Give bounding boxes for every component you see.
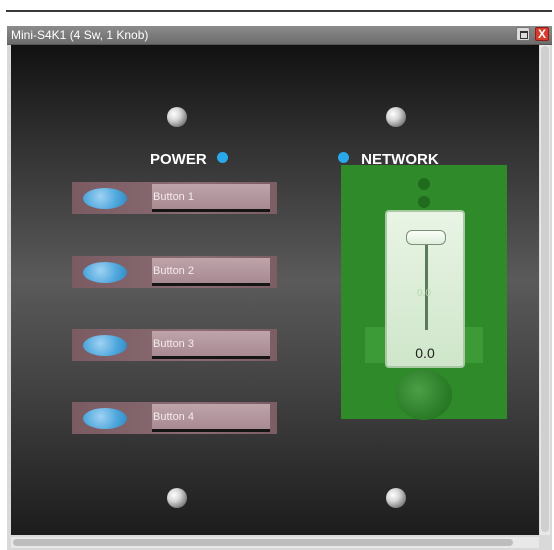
switch-button-4[interactable]: Button 4 bbox=[72, 402, 277, 434]
window-titlebar[interactable]: Mini-S4K1 (4 Sw, 1 Knob) X bbox=[7, 26, 552, 45]
screw-icon bbox=[386, 488, 406, 508]
status-dot-icon bbox=[418, 178, 430, 190]
status-dot-icon bbox=[418, 196, 430, 208]
window-title: Mini-S4K1 (4 Sw, 1 Knob) bbox=[11, 28, 149, 42]
vertical-scroll-thumb[interactable] bbox=[541, 46, 549, 532]
knob-fader[interactable]: 0.0 0.0 bbox=[385, 210, 465, 368]
close-button[interactable]: X bbox=[535, 27, 549, 41]
knob-icon[interactable] bbox=[396, 370, 452, 420]
button-label: Button 3 bbox=[153, 338, 194, 350]
knob-overlay: 0.0 0.0 bbox=[341, 165, 507, 420]
button-led-icon bbox=[83, 188, 127, 209]
device-window: Mini-S4K1 (4 Sw, 1 Knob) X POWER NETWORK… bbox=[7, 26, 552, 550]
button-label: Button 2 bbox=[153, 265, 194, 277]
switch-button-1[interactable]: Button 1 bbox=[72, 182, 277, 214]
fader-faint-label: 0.0 bbox=[417, 288, 431, 299]
button-label: Button 4 bbox=[153, 411, 194, 423]
button-label: Button 1 bbox=[153, 191, 194, 203]
button-led-icon bbox=[83, 335, 127, 356]
horizontal-scrollbar[interactable] bbox=[11, 537, 539, 548]
top-divider bbox=[6, 10, 552, 12]
power-led-icon bbox=[216, 152, 228, 163]
fader-track bbox=[425, 244, 428, 330]
device-panel: POWER NETWORK Button 1 Button 2 Button 3 bbox=[11, 45, 539, 535]
button-led-icon bbox=[83, 408, 127, 429]
screw-icon bbox=[167, 107, 187, 127]
vertical-scrollbar[interactable] bbox=[540, 45, 550, 535]
maximize-button[interactable] bbox=[516, 27, 530, 41]
screw-icon bbox=[386, 107, 406, 127]
network-led-icon bbox=[338, 152, 349, 163]
horizontal-scroll-thumb[interactable] bbox=[13, 539, 513, 546]
power-label: POWER bbox=[150, 151, 207, 168]
fader-value: 0.0 bbox=[415, 345, 435, 361]
fader-handle[interactable] bbox=[406, 230, 446, 245]
switch-button-2[interactable]: Button 2 bbox=[72, 256, 277, 288]
screw-icon bbox=[167, 488, 187, 508]
button-led-icon bbox=[83, 262, 127, 283]
power-indicator: POWER bbox=[150, 151, 228, 168]
switch-button-3[interactable]: Button 3 bbox=[72, 329, 277, 361]
